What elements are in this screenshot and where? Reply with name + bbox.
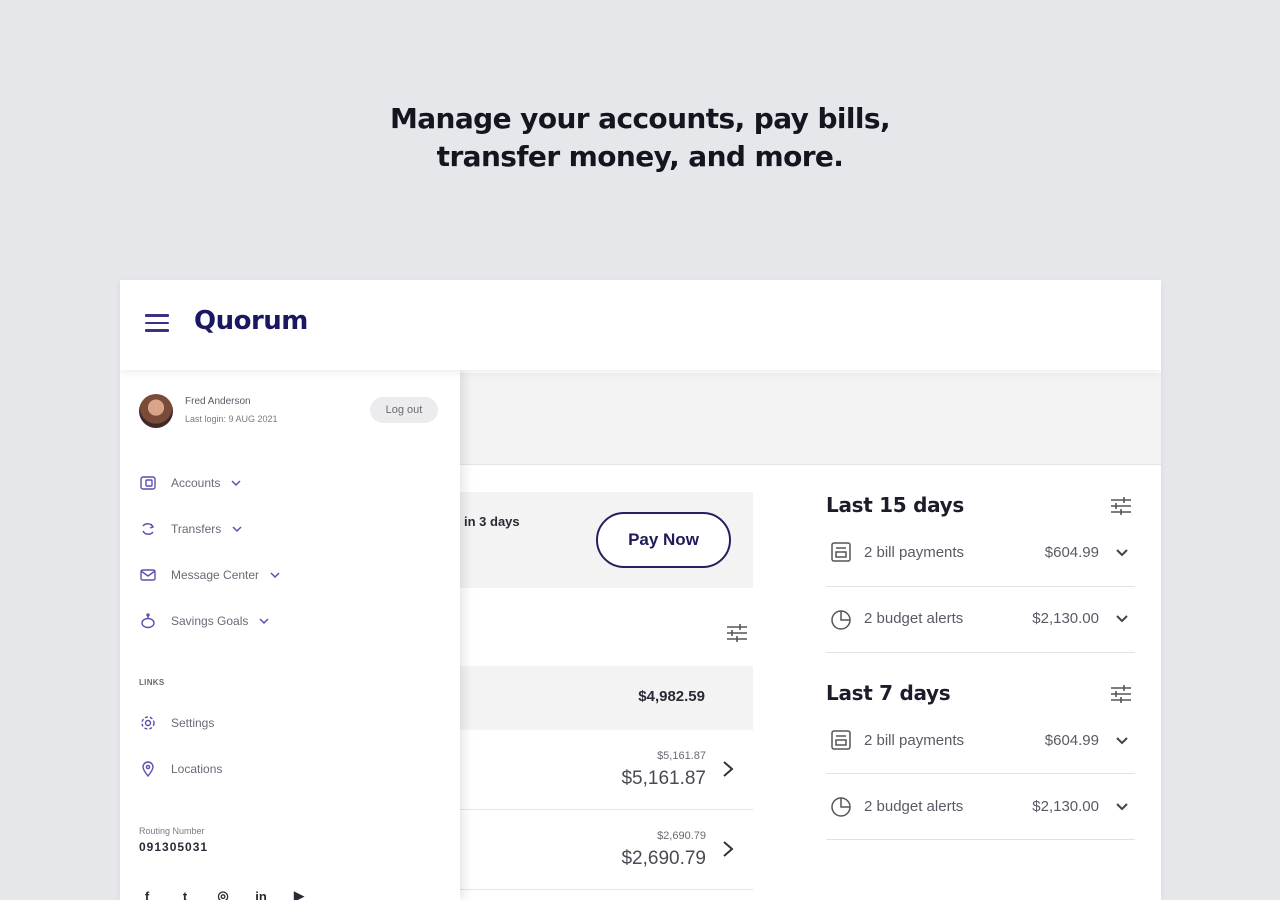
nav-item-transfers[interactable]: Transfers [139,516,243,542]
activity-amount: $604.99 [1044,544,1099,561]
hamburger-menu-icon[interactable] [145,314,169,334]
logout-button[interactable]: Log out [370,397,438,423]
nav-item-message-center[interactable]: Message Center [139,562,281,588]
instagram-icon[interactable]: ◎ [215,888,231,900]
chevron-right-icon [723,761,734,777]
nav-item-locations[interactable]: Locations [139,756,222,782]
nav-item-settings[interactable]: Settings [139,710,214,736]
account-row[interactable]: $5,161.87 $5,161.87 [460,730,753,810]
chevron-down-icon [231,480,241,487]
activity-amount: $2,130.00 [1032,798,1099,815]
pie-chart-icon [831,610,851,630]
chevron-down-icon [1116,615,1128,623]
upcoming-bill-card: in 3 days Pay Now [460,492,753,588]
activity-label: 2 budget alerts [864,798,964,815]
chevron-down-icon [270,572,280,579]
bill-icon [831,542,851,562]
activity-row-budget-alerts[interactable]: 2 budget alerts $2,130.00 [826,587,1135,653]
facebook-icon[interactable]: f [139,888,155,900]
nav-item-label: Message Center [171,568,260,582]
nav-item-label: Accounts [171,476,221,490]
section-title-last-15-days: Last 15 days [826,493,965,517]
headline-line-2: transfer money, and more. [436,140,844,173]
bill-icon [831,730,851,750]
activity-amount: $2,130.00 [1032,610,1099,627]
account-available: $2,690.79 [657,830,706,842]
accounts-icon [140,476,156,490]
headline-line-1: Manage your accounts, pay bills, [390,102,891,135]
social-links: f t ◎ in ▶ [139,888,307,900]
nav-item-label: Settings [171,716,215,730]
routing-number-label: Routing Number [139,826,205,836]
savings-icon [141,613,155,629]
nav-item-savings-goals[interactable]: Savings Goals [139,608,270,634]
account-balance: $5,161.87 [621,768,706,789]
activity-row-budget-alerts[interactable]: 2 budget alerts $2,130.00 [826,774,1135,840]
nav-item-label: Transfers [171,522,222,536]
page-header-strip [460,373,1161,465]
account-row[interactable]: $2,690.79 $2,690.79 [460,810,753,890]
activity-label: 2 budget alerts [864,610,964,627]
links-heading: LINKS [139,678,165,687]
chevron-down-icon [1116,549,1128,557]
activity-row-bill-payments[interactable]: 2 bill payments $604.99 [826,521,1135,587]
app-window: Quorum in 3 days Pay Now $4,982.59 $5,16… [120,280,1161,900]
chevron-down-icon [1116,803,1128,811]
marketing-headline: Manage your accounts, pay bills, transfe… [0,100,1280,176]
nav-item-label: Savings Goals [171,614,249,628]
activity-filter-icon[interactable] [1110,496,1132,516]
activity-label: 2 bill payments [864,544,965,561]
user-name: Fred Anderson [185,396,251,407]
activity-label: 2 bill payments [864,732,965,749]
chevron-down-icon [1116,737,1128,745]
total-balance-row: $4,982.59 [460,666,753,730]
total-balance-value: $4,982.59 [638,688,705,705]
transfers-icon [142,523,155,535]
pay-now-button[interactable]: Pay Now [596,512,731,568]
bill-due-text: in 3 days [464,514,520,529]
nav-item-label: Locations [171,762,223,776]
activity-amount: $604.99 [1044,732,1099,749]
activity-filter-icon[interactable] [1110,684,1132,704]
section-title-last-7-days: Last 7 days [826,681,951,705]
chevron-down-icon [232,526,242,533]
account-available: $5,161.87 [657,750,706,762]
top-bar: Quorum [120,280,1161,370]
location-pin-icon [142,761,154,778]
activity-row-bill-payments[interactable]: 2 bill payments $604.99 [826,708,1135,774]
nav-item-accounts[interactable]: Accounts [139,470,242,496]
twitter-icon[interactable]: t [177,888,193,900]
navigation-drawer: Fred Anderson Last login: 9 AUG 2021 Log… [120,370,460,900]
brand-logo[interactable]: Quorum [194,306,308,336]
pie-chart-icon [831,797,851,817]
gear-icon [141,716,155,730]
chevron-right-icon [723,841,734,857]
message-icon [140,569,156,581]
account-balance: $2,690.79 [621,848,706,869]
youtube-icon[interactable]: ▶ [291,888,307,900]
avatar[interactable] [139,394,173,428]
routing-number-value: 091305031 [139,840,209,854]
chevron-down-icon [259,618,269,625]
accounts-filter-icon[interactable] [726,623,748,643]
last-login: Last login: 9 AUG 2021 [185,414,278,424]
linkedin-icon[interactable]: in [253,888,269,900]
